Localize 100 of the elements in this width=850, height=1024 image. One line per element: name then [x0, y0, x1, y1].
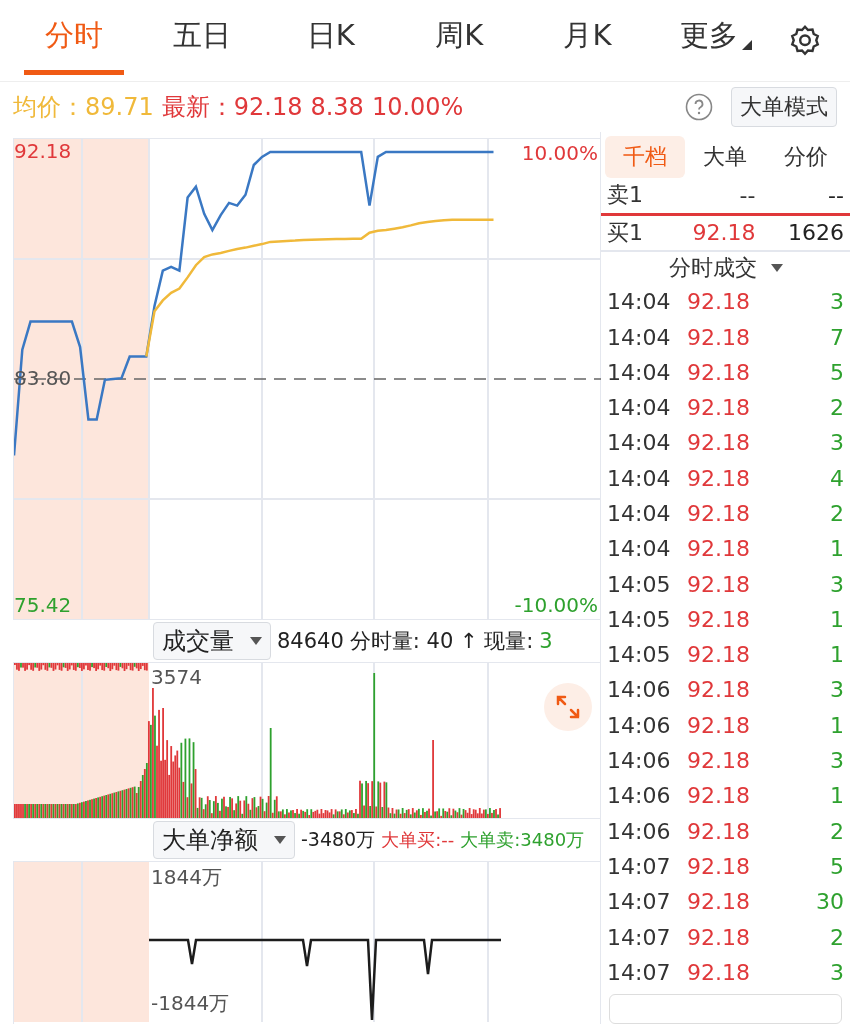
trade-time: 14:04 — [607, 430, 672, 456]
trade-time: 14:07 — [607, 889, 672, 915]
trade-time: 14:07 — [607, 853, 672, 879]
large-buy-amount: 大单买:-- — [381, 828, 455, 852]
low-percent-label: -10.00% — [514, 593, 598, 617]
trade-time: 14:04 — [607, 395, 672, 421]
chart-tab[interactable]: 日K — [280, 6, 381, 75]
trade-time: 14:04 — [607, 465, 672, 491]
trade-time: 14:06 — [607, 748, 672, 774]
latest-price: 最新：92.18 — [161, 92, 303, 123]
trade-price: 92.18 — [687, 712, 751, 738]
trade-volume: 7 — [829, 324, 844, 350]
order-volume: 1626 — [787, 220, 844, 246]
trade-time: 14:04 — [607, 536, 672, 562]
trade-volume: 2 — [829, 818, 844, 844]
order-price: -- — [738, 182, 756, 208]
corner-triangle-icon — [741, 40, 752, 50]
trade-price: 92.18 — [687, 606, 751, 632]
chart-tab[interactable]: 周K — [409, 6, 510, 75]
trade-time: 14:07 — [607, 959, 672, 985]
indicator-dropdown[interactable]: 成交量 — [153, 622, 271, 660]
large-order-mode-button[interactable]: 大单模式 — [731, 87, 837, 127]
price-tick-label: 75.42 — [14, 593, 72, 617]
caret-icon — [770, 264, 783, 273]
trade-price: 92.18 — [687, 501, 751, 526]
net-min-label: -1844万 — [151, 990, 230, 1017]
trade-price: 92.18 — [687, 924, 751, 950]
trade-time: 14:06 — [607, 677, 672, 703]
trade-volume: 1 — [829, 642, 844, 668]
trade-price: 92.18 — [687, 571, 751, 597]
trade-volume: 1 — [829, 712, 844, 738]
trade-price: 92.18 — [687, 748, 751, 774]
caret-icon — [274, 836, 286, 844]
trade-volume: 1 — [829, 536, 844, 562]
average-price: 均价：89.71 — [13, 92, 154, 123]
order-level: 卖1 — [607, 181, 644, 210]
order-volume: -- — [827, 182, 844, 208]
trade-price: 92.18 — [687, 783, 751, 809]
indicator-dropdown[interactable]: 大单净额 — [153, 821, 295, 859]
trade-volume: 3 — [829, 748, 844, 774]
trade-time: 14:07 — [607, 924, 672, 950]
trade-volume: 3 — [829, 430, 844, 456]
trade-price: 92.18 — [687, 465, 751, 491]
trade-time: 14:06 — [607, 818, 672, 844]
large-sell-amount: 大单卖:3480万 — [460, 828, 585, 852]
change-percent: 10.00% — [371, 93, 464, 121]
trade-time: 14:06 — [607, 712, 672, 738]
trade-price: 92.18 — [687, 677, 751, 703]
trade-time: 14:06 — [607, 783, 672, 809]
trades-dropdown[interactable]: 分时成交 — [601, 252, 850, 285]
trade-price: 92.18 — [687, 818, 751, 844]
order-level: 买1 — [607, 218, 644, 247]
net-amount-total: -3480万 — [301, 827, 376, 852]
net-max-label: 1844万 — [151, 864, 222, 891]
trade-volume: 5 — [829, 359, 844, 385]
trade-price: 92.18 — [687, 642, 751, 668]
max-volume-label: 3574 — [151, 665, 202, 689]
order-price: 92.18 — [691, 220, 756, 246]
trade-time: 14:04 — [607, 359, 672, 385]
trade-price: 92.18 — [687, 324, 751, 350]
trade-time: 14:05 — [607, 642, 672, 668]
expand-button[interactable] — [544, 683, 592, 731]
trade-volume: 3 — [829, 677, 844, 703]
panel-tab[interactable]: 分价 — [765, 136, 846, 178]
trade-price: 92.18 — [687, 959, 751, 985]
trade-volume: 3 — [829, 571, 844, 597]
trade-volume: 2 — [829, 501, 844, 526]
trade-time: 14:04 — [607, 501, 672, 526]
trade-price: 92.18 — [687, 359, 751, 385]
volume-detail: 分时量: 40 ↑ 现量: — [349, 628, 534, 655]
trade-price: 92.18 — [687, 395, 751, 421]
trade-volume: 3 — [829, 289, 844, 315]
volume-total: 84640 — [277, 629, 344, 653]
trade-price: 92.18 — [687, 430, 751, 456]
high-percent-label: 10.00% — [521, 141, 598, 165]
chart-tab[interactable]: 月K — [537, 6, 638, 75]
trade-volume: 2 — [829, 924, 844, 950]
help-icon[interactable] — [685, 93, 713, 121]
current-volume: 3 — [539, 629, 553, 653]
trade-volume: 2 — [829, 395, 844, 421]
panel-tab[interactable]: 大单 — [685, 136, 766, 178]
trade-time: 14:05 — [607, 606, 672, 632]
price-change: 8.38 — [310, 93, 364, 121]
trade-volume: 4 — [829, 465, 844, 491]
trade-volume: 5 — [829, 853, 844, 879]
trade-volume: 1 — [829, 783, 844, 809]
price-tick-label: 92.18 — [14, 139, 72, 163]
trade-volume: 3 — [829, 959, 844, 985]
trade-price: 92.18 — [687, 536, 751, 562]
trade-price: 92.18 — [687, 853, 751, 879]
trade-volume: 1 — [829, 606, 844, 632]
trade-time: 14:05 — [607, 571, 672, 597]
trade-volume: 30 — [815, 889, 844, 915]
trade-price: 92.18 — [687, 889, 751, 915]
chart-tab[interactable]: 五日 — [152, 6, 253, 75]
trade-time: 14:04 — [607, 289, 672, 315]
expand-icon — [555, 694, 581, 720]
trade-time: 14:04 — [607, 324, 672, 350]
chart-tab[interactable]: 更多 — [665, 6, 766, 75]
trade-price: 92.18 — [687, 289, 751, 315]
